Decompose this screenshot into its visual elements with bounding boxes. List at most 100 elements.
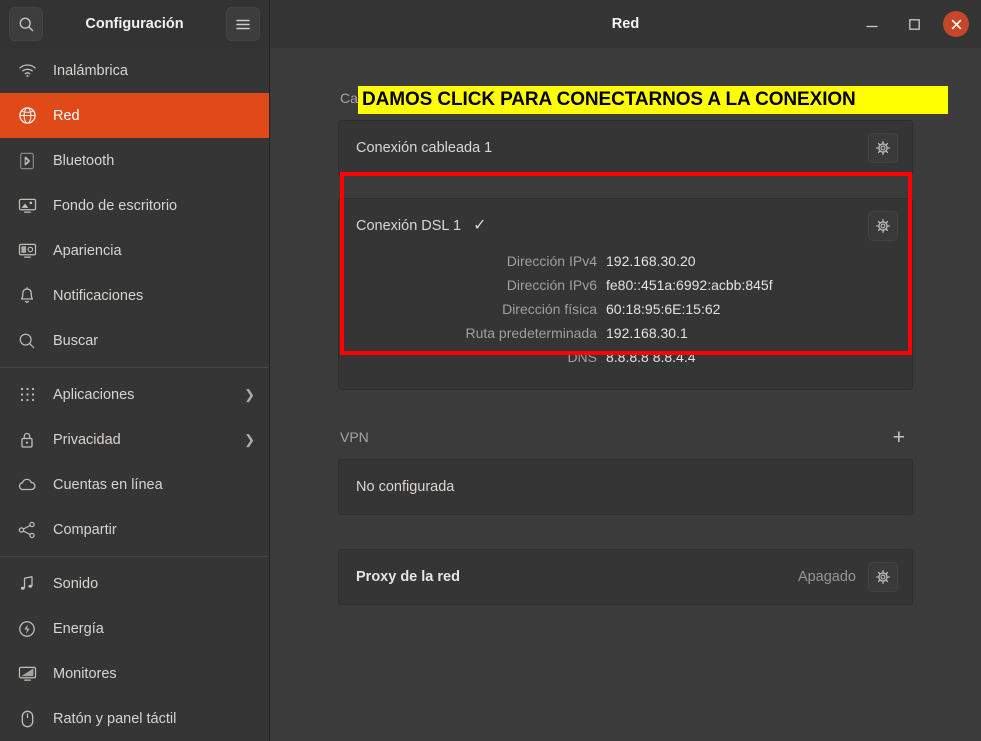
- vpn-section-title: VPN: [340, 429, 369, 445]
- detail-value: 192.168.30.1: [606, 325, 688, 341]
- detail-label: Ruta predeterminada: [356, 325, 606, 341]
- minimize-icon: [865, 18, 879, 30]
- sidebar-item-aplicaciones[interactable]: Aplicaciones ❯: [0, 372, 269, 417]
- wired-connection-card: Conexión cableada 1: [338, 120, 913, 176]
- sidebar-item-label: Privacidad: [53, 432, 244, 448]
- close-button[interactable]: [943, 11, 969, 37]
- spacer: [338, 390, 913, 424]
- window-controls: [859, 11, 969, 37]
- sidebar-item-label: Inalámbrica: [53, 63, 255, 79]
- detail-label: Dirección física: [356, 301, 606, 317]
- sidebar-header: Configuración: [0, 0, 269, 48]
- search-icon: [18, 16, 35, 33]
- close-icon: [951, 19, 962, 30]
- window-titlebar: Red: [270, 0, 981, 48]
- proxy-settings-button[interactable]: [868, 562, 898, 592]
- sidebar-item-apariencia[interactable]: Apariencia: [0, 228, 269, 273]
- connection-row-wired-1[interactable]: Conexión cableada 1: [339, 121, 912, 175]
- add-vpn-button[interactable]: +: [887, 427, 911, 448]
- sidebar-item-red[interactable]: Red: [0, 93, 269, 138]
- detail-label: Dirección IPv6: [356, 277, 606, 293]
- share-nodes-icon: [16, 519, 38, 541]
- sidebar-item-bluetooth[interactable]: Bluetooth: [0, 138, 269, 183]
- sidebar-item-label: Buscar: [53, 333, 255, 349]
- gear-icon: [875, 218, 891, 234]
- detail-row-mac: Dirección física 60:18:95:6E:15:62: [356, 301, 898, 325]
- detail-value: 192.168.30.20: [606, 253, 696, 269]
- desktop-wallpaper-icon: [16, 195, 38, 217]
- lock-icon: [16, 429, 38, 451]
- network-globe-icon: [16, 105, 38, 127]
- sidebar-item-sonido[interactable]: Sonido: [0, 561, 269, 606]
- connection-settings-button[interactable]: [868, 211, 898, 241]
- sidebar-item-privacidad[interactable]: Privacidad ❯: [0, 417, 269, 462]
- proxy-card: Proxy de la red Apagado: [338, 549, 913, 605]
- dsl-connection-details: Dirección IPv4 192.168.30.20 Dirección I…: [339, 253, 912, 389]
- sidebar-item-label: Fondo de escritorio: [53, 198, 255, 214]
- connection-settings-button[interactable]: [868, 133, 898, 163]
- minimize-button[interactable]: [859, 11, 885, 37]
- detail-row-ipv4: Dirección IPv4 192.168.30.20: [356, 253, 898, 277]
- grid-apps-icon: [16, 384, 38, 406]
- cloud-icon: [16, 474, 38, 496]
- detail-label: DNS: [356, 349, 606, 365]
- spacer: [338, 176, 913, 198]
- sidebar-item-label: Sonido: [53, 576, 255, 592]
- music-note-icon: [16, 573, 38, 595]
- appearance-icon: [16, 240, 38, 262]
- maximize-icon: [908, 18, 921, 31]
- sidebar-item-label: Ratón y panel táctil: [53, 711, 255, 727]
- proxy-label: Proxy de la red: [356, 569, 460, 585]
- chevron-right-icon: ❯: [244, 432, 255, 448]
- sidebar-item-label: Bluetooth: [53, 153, 255, 169]
- dsl-connection-card: Conexión DSL 1 ✓: [338, 198, 913, 390]
- bell-icon: [16, 285, 38, 307]
- annotation-highlight-text: DAMOS CLICK PARA CONECTARNOS A LA CONEXI…: [362, 89, 856, 111]
- detail-value: 8.8.8.8 8.8.4.4: [606, 349, 696, 365]
- sidebar-item-label: Cuentas en línea: [53, 477, 255, 493]
- proxy-status: Apagado: [798, 569, 856, 585]
- vpn-empty-label: No configurada: [356, 479, 454, 495]
- spacer: [338, 515, 913, 549]
- sidebar-item-cuentas-en-linea[interactable]: Cuentas en línea: [0, 462, 269, 507]
- settings-window: Configuración: [0, 0, 981, 741]
- proxy-row[interactable]: Proxy de la red Apagado: [339, 550, 912, 604]
- search-button[interactable]: [9, 7, 43, 41]
- sidebar-item-label: Energía: [53, 621, 255, 637]
- detail-row-dns: DNS 8.8.8.8 8.8.4.4: [356, 349, 898, 373]
- detail-value: 60:18:95:6E:15:62: [606, 301, 720, 317]
- sidebar-item-compartir[interactable]: Compartir: [0, 507, 269, 552]
- detail-row-ipv6: Dirección IPv6 fe80::451a:6992:acbb:845f: [356, 277, 898, 301]
- connected-check-icon: ✓: [473, 218, 486, 234]
- vpn-card: No configurada: [338, 459, 913, 515]
- sidebar-item-buscar[interactable]: Buscar: [0, 318, 269, 363]
- connection-name: Conexión DSL 1: [356, 218, 461, 234]
- sidebar-item-fondo-de-escritorio[interactable]: Fondo de escritorio: [0, 183, 269, 228]
- monitor-icon: [16, 663, 38, 685]
- gear-icon: [875, 140, 891, 156]
- wifi-icon: [16, 60, 38, 82]
- sidebar-item-label: Notificaciones: [53, 288, 255, 304]
- sidebar-item-label: Monitores: [53, 666, 255, 682]
- sidebar: Configuración: [0, 0, 270, 741]
- network-settings-content: Cableada Conexión cableada 1: [270, 48, 981, 741]
- connection-row-dsl-1[interactable]: Conexión DSL 1 ✓: [339, 199, 912, 253]
- sidebar-item-monitores[interactable]: Monitores: [0, 651, 269, 696]
- detail-value: fe80::451a:6992:acbb:845f: [606, 277, 773, 293]
- sidebar-item-energia[interactable]: Energía: [0, 606, 269, 651]
- magnifier-icon: [16, 330, 38, 352]
- sidebar-separator: [0, 367, 269, 368]
- maximize-button[interactable]: [901, 11, 927, 37]
- sidebar-item-inalambrica[interactable]: Inalámbrica: [0, 48, 269, 93]
- sidebar-item-notificaciones[interactable]: Notificaciones: [0, 273, 269, 318]
- vpn-section-header: VPN +: [338, 424, 913, 450]
- hamburger-menu-icon: [235, 18, 251, 31]
- main-menu-button[interactable]: [226, 7, 260, 41]
- sidebar-item-label: Apariencia: [53, 243, 255, 259]
- sidebar-item-label: Red: [53, 108, 255, 124]
- sidebar-item-raton-y-panel-tactil[interactable]: Ratón y panel táctil: [0, 696, 269, 741]
- vpn-empty-row: No configurada: [339, 460, 912, 514]
- sidebar-item-label: Aplicaciones: [53, 387, 244, 403]
- sidebar-separator: [0, 556, 269, 557]
- mouse-icon: [16, 708, 38, 730]
